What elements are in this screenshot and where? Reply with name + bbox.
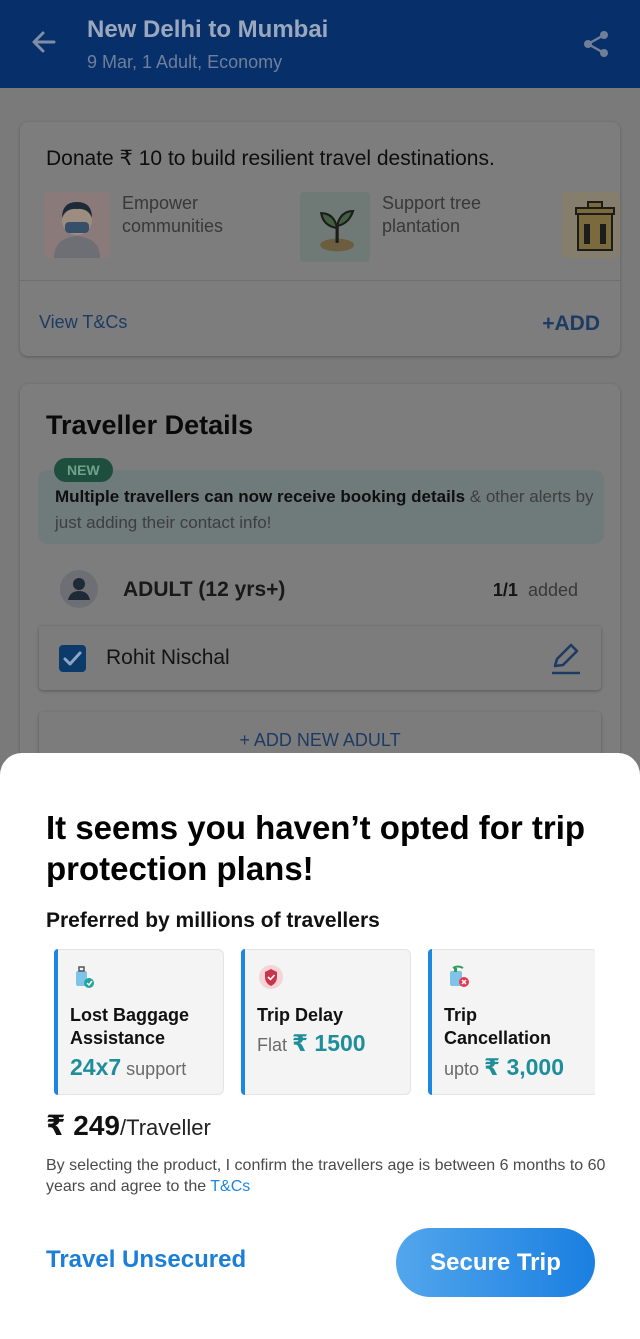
plan-name: Lost Baggage Assistance xyxy=(70,1005,190,1048)
plan-value: Flat ₹ 1500 xyxy=(257,1030,366,1057)
trip-summary: 9 Mar, 1 Adult, Economy xyxy=(87,52,283,72)
tcs-link[interactable]: T&Cs xyxy=(210,1178,250,1195)
traveller-row[interactable]: Rohit Nischal xyxy=(39,626,601,690)
page-title: New Delhi to Mumbai xyxy=(87,16,329,43)
adult-category-label: ADULT (12 yrs+) xyxy=(123,578,286,601)
disclaimer-text: By selecting the product, I confirm the … xyxy=(46,1157,606,1195)
price-unit: /Traveller xyxy=(119,1115,211,1140)
plan-price: ₹ 249/Traveller xyxy=(46,1109,211,1142)
travel-unsecured-button[interactable]: Travel Unsecured xyxy=(46,1246,246,1274)
plan-value: upto ₹ 3,000 xyxy=(444,1054,564,1081)
cancel-trip-icon xyxy=(450,965,469,987)
plan-value-prefix: upto xyxy=(444,1059,485,1079)
edit-pencil-icon[interactable] xyxy=(549,640,583,676)
plan-value-prefix: Flat xyxy=(257,1035,293,1055)
plan-value-highlight: ₹ 1500 xyxy=(292,1030,366,1056)
donate-item-monument xyxy=(562,192,620,264)
traveller-checkbox[interactable] xyxy=(59,645,86,672)
adult-count-number: 1/1 xyxy=(492,580,518,600)
donate-item-trees: Support tree plantation xyxy=(300,192,512,264)
new-feature-banner: Multiple travellers can now receive book… xyxy=(38,470,604,544)
plan-value-highlight: 24x7 xyxy=(70,1054,122,1080)
plan-card-lost-baggage[interactable]: Lost Baggage Assistance 24x7 support xyxy=(54,949,224,1095)
checkmark-icon xyxy=(63,651,82,666)
traveller-details-title: Traveller Details xyxy=(46,410,254,440)
luggage-icon xyxy=(76,966,94,988)
monument-icon xyxy=(562,192,620,258)
donate-item-label: Empower communities xyxy=(122,193,224,236)
price-amount: ₹ 249 xyxy=(46,1110,120,1141)
plan-card-trip-cancellation[interactable]: Trip Cancellation upto ₹ 3,000 xyxy=(428,949,595,1095)
traveller-name: Rohit Nischal xyxy=(106,646,230,669)
sheet-subtitle: Preferred by millions of travellers xyxy=(46,909,380,932)
plan-card-trip-delay[interactable]: Trip Delay Flat ₹ 1500 xyxy=(241,949,411,1095)
person-mask-icon xyxy=(44,192,110,258)
traveller-details-card: Traveller Details Multiple travellers ca… xyxy=(20,384,620,814)
donate-item-label: Support tree plantation xyxy=(382,193,482,236)
donate-item-communities: Empower communities xyxy=(44,192,252,264)
app-header: New Delhi to Mumbai 9 Mar, 1 Adult, Econ… xyxy=(0,0,640,88)
age-disclaimer: By selecting the product, I confirm the … xyxy=(46,1155,606,1197)
donate-title: Donate ₹ 10 to build resilient travel de… xyxy=(46,147,495,170)
new-feature-text-bold: Multiple travellers can now receive book… xyxy=(55,487,466,506)
sheet-title: It seems you haven’t opted for trip prot… xyxy=(46,809,586,887)
new-feature-text: Multiple travellers can now receive book… xyxy=(55,484,595,536)
plan-value-suffix: support xyxy=(121,1059,187,1079)
add-new-adult-button[interactable]: + ADD NEW ADULT xyxy=(39,730,601,751)
donate-card: Donate ₹ 10 to build resilient travel de… xyxy=(20,122,620,356)
secure-trip-button[interactable]: Secure Trip xyxy=(396,1228,595,1297)
trip-protection-sheet: It seems you haven’t opted for trip prot… xyxy=(0,753,640,1339)
sapling-icon xyxy=(300,192,370,262)
view-tcs-link[interactable]: View T&Cs xyxy=(39,312,127,333)
share-icon[interactable] xyxy=(580,28,612,60)
new-badge: NEW xyxy=(54,458,113,482)
adult-avatar-icon xyxy=(60,570,98,608)
plan-value-highlight: ₹ 3,000 xyxy=(484,1054,564,1080)
adult-added-count: 1/1 added xyxy=(493,580,578,601)
adult-count-suffix: added xyxy=(527,580,578,600)
divider xyxy=(20,280,620,281)
donate-add-button[interactable]: +ADD xyxy=(542,312,600,336)
plan-name: Trip Delay xyxy=(257,1005,344,1025)
plan-value: 24x7 support xyxy=(70,1054,186,1081)
protection-plans-carousel[interactable]: Lost Baggage Assistance 24x7 support Tri… xyxy=(54,949,595,1095)
shield-icon xyxy=(259,965,283,989)
plan-name: Trip Cancellation xyxy=(444,1005,552,1048)
back-arrow-icon[interactable] xyxy=(28,26,60,58)
